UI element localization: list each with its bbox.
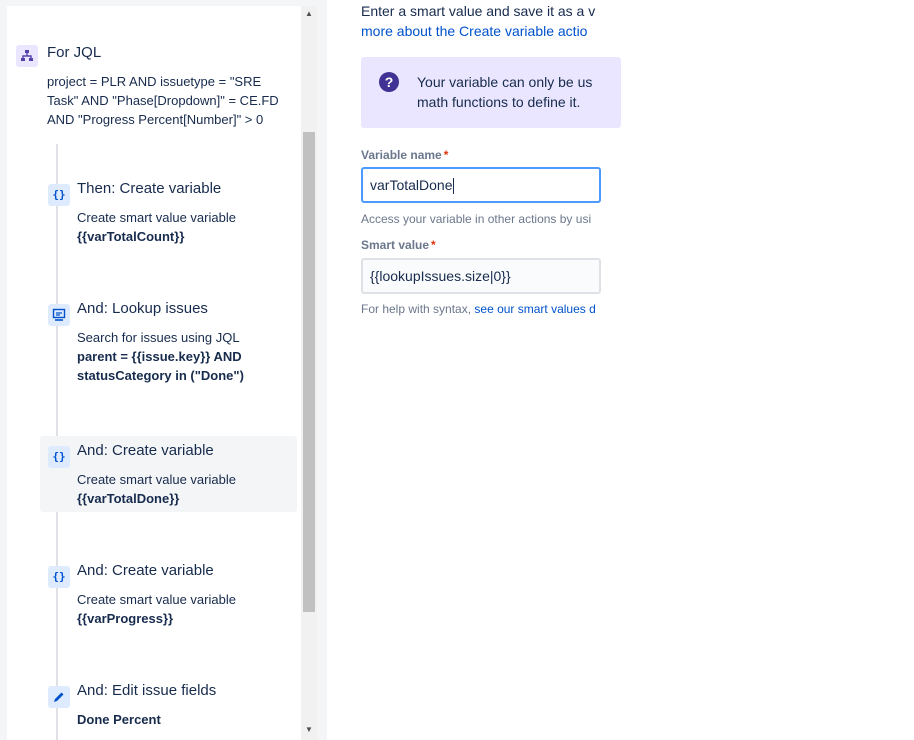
required-marker: * xyxy=(431,238,436,252)
scroll-up-icon[interactable]: ▲ xyxy=(301,6,317,22)
syntax-help: For help with syntax, see our smart valu… xyxy=(361,302,596,316)
step-description: Search for issues using JQL parent = {{i… xyxy=(77,328,292,385)
info-panel: ? Your variable can only be us math func… xyxy=(361,57,621,128)
step-description: Done Percent xyxy=(77,710,292,729)
info-line: math functions to define it. xyxy=(417,94,581,110)
scroll-thumb[interactable] xyxy=(303,132,315,612)
smart-value-input[interactable]: {{lookupIssues.size|0}} xyxy=(361,258,601,294)
step-edit-issue-fields[interactable]: And: Edit issue fields Done Percent xyxy=(40,676,297,736)
step-create-variable-progress[interactable]: {} And: Create variable Create smart val… xyxy=(40,556,297,636)
variable-name-input[interactable]: varTotalDone xyxy=(361,167,601,203)
rule-steps-panel: For JQL project = PLR AND issuetype = "S… xyxy=(7,6,301,740)
jql-query-line: project = PLR AND issuetype = "SRE xyxy=(47,74,262,89)
jql-bold-text: statusCategory in ("Done") xyxy=(77,368,244,383)
step-desc-text: Search for issues using JQL xyxy=(77,330,240,345)
step-create-variable-total-done[interactable]: {} And: Create variable Create smart val… xyxy=(40,436,297,512)
branch-icon xyxy=(16,45,38,67)
step-title: And: Create variable xyxy=(77,562,214,579)
steps-scrollbar[interactable]: ▲ ▼ xyxy=(301,6,317,740)
step-desc-text: Create smart value variable xyxy=(77,472,236,487)
braces-icon: {} xyxy=(48,184,70,206)
braces-icon: {} xyxy=(48,566,70,588)
step-title: And: Create variable xyxy=(77,442,214,459)
variable-name-text: {{varTotalDone}} xyxy=(77,491,180,506)
info-line: Your variable can only be us xyxy=(417,74,593,90)
step-create-variable-total-count[interactable]: {} Then: Create variable Create smart va… xyxy=(40,174,297,254)
required-marker: * xyxy=(443,148,449,162)
smart-value-label: Smart value * xyxy=(361,238,436,252)
variable-name-label: Variable name * xyxy=(361,148,448,162)
step-description: Create smart value variable {{varTotalCo… xyxy=(77,208,292,246)
variable-name-text: {{varTotalCount}} xyxy=(77,229,185,244)
jql-query-line: Task" AND "Phase[Dropdown]" = CE.FD xyxy=(47,93,279,108)
intro-text: Enter a smart value and save it as a v m… xyxy=(361,1,595,41)
step-description: Create smart value variable {{varProgres… xyxy=(77,590,292,628)
step-lookup-issues[interactable]: And: Lookup issues Search for issues usi… xyxy=(40,294,297,394)
lookup-icon xyxy=(48,304,70,326)
braces-icon: {} xyxy=(48,446,70,468)
step-title: And: Edit issue fields xyxy=(77,682,217,699)
smart-value-value: {{lookupIssues.size|0}} xyxy=(370,268,511,284)
question-icon: ? xyxy=(379,72,399,92)
scroll-down-icon[interactable]: ▼ xyxy=(301,722,317,738)
jql-bold-text: parent = {{issue.key}} AND xyxy=(77,349,242,364)
step-desc-text: Create smart value variable xyxy=(77,592,236,607)
create-variable-docs-link[interactable]: more about the Create variable actio xyxy=(361,21,595,41)
variable-name-text: {{varProgress}} xyxy=(77,611,174,626)
text-caret xyxy=(452,178,454,195)
variable-name-label-text: Variable name xyxy=(361,148,442,162)
syntax-help-text: For help with syntax, xyxy=(361,302,475,316)
step-title: For JQL xyxy=(47,44,102,61)
variable-name-value: varTotalDone xyxy=(370,177,453,193)
smart-values-docs-link[interactable]: see our smart values d xyxy=(474,302,595,316)
intro-line: Enter a smart value and save it as a v xyxy=(361,3,596,19)
info-text: Your variable can only be us math functi… xyxy=(417,72,592,112)
branch-step-for-jql[interactable]: For JQL project = PLR AND issuetype = "S… xyxy=(7,40,297,136)
jql-query-line: AND "Progress Percent[Number]" > 0 xyxy=(47,112,264,127)
smart-value-label-text: Smart value xyxy=(361,238,430,252)
pencil-icon xyxy=(48,686,70,708)
jql-query: project = PLR AND issuetype = "SRE Task"… xyxy=(47,72,297,129)
step-title: Then: Create variable xyxy=(77,180,222,197)
variable-name-help: Access your variable in other actions by… xyxy=(361,212,592,226)
step-desc-text: Create smart value variable xyxy=(77,210,236,225)
step-title: And: Lookup issues xyxy=(77,300,208,317)
step-description: Create smart value variable {{varTotalDo… xyxy=(77,470,292,508)
field-name-text: Done Percent xyxy=(77,712,161,727)
